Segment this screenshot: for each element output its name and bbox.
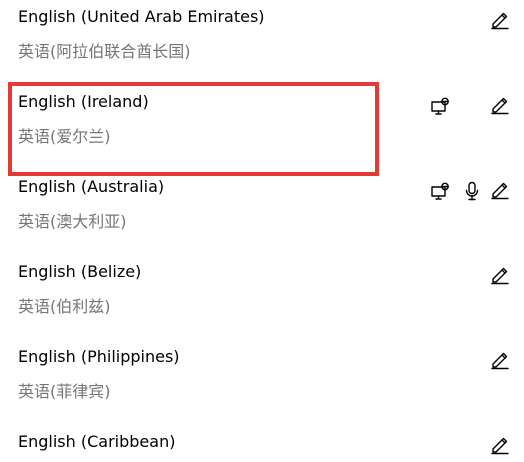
language-item-english-caribbean[interactable]: English (Caribbean) [0, 425, 524, 462]
language-name: English (Caribbean) [18, 432, 176, 451]
language-native-name: 英语(澳大利亚) [18, 212, 127, 231]
handwriting-icon [489, 263, 511, 285]
display-language-icon [429, 181, 451, 203]
language-item-english-australia[interactable]: English (Australia) 英语(澳大利亚) [0, 170, 524, 255]
display-language-icon [429, 96, 451, 118]
language-native-name: 英语(爱尔兰) [18, 127, 111, 146]
language-name: English (Philippines) [18, 347, 180, 366]
handwriting-icon [489, 8, 511, 30]
speech-microphone-icon [461, 180, 483, 202]
language-list: English (United Arab Emirates) 英语(阿拉伯联合酋… [0, 0, 524, 462]
language-item-english-belize[interactable]: English (Belize) 英语(伯利兹) [0, 255, 524, 340]
language-name: English (Australia) [18, 177, 165, 196]
language-item-english-uae[interactable]: English (United Arab Emirates) 英语(阿拉伯联合酋… [0, 0, 524, 85]
language-native-name: 英语(伯利兹) [18, 297, 111, 316]
language-name: English (United Arab Emirates) [18, 7, 265, 26]
handwriting-icon [489, 433, 511, 455]
language-item-english-philippines[interactable]: English (Philippines) 英语(菲律宾) [0, 340, 524, 425]
language-native-name: 英语(阿拉伯联合酋长国) [18, 42, 191, 61]
language-name: English (Belize) [18, 262, 142, 281]
handwriting-icon [489, 348, 511, 370]
handwriting-icon [489, 93, 511, 115]
language-item-english-ireland[interactable]: English (Ireland) 英语(爱尔兰) [0, 85, 524, 170]
language-name: English (Ireland) [18, 92, 149, 111]
language-native-name: 英语(菲律宾) [18, 382, 111, 401]
handwriting-icon [489, 178, 511, 200]
